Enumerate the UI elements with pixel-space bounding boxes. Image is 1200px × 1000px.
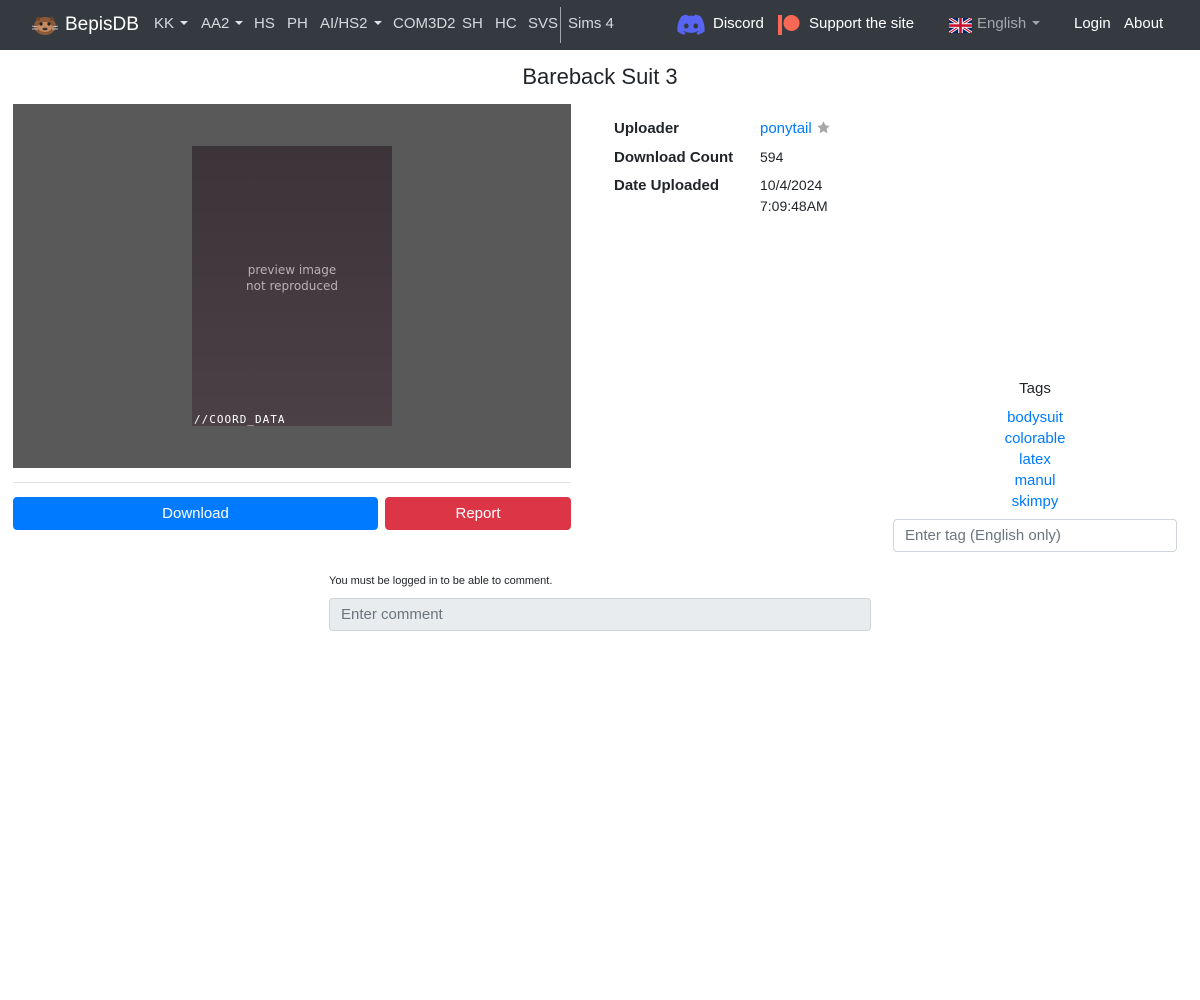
date-uploaded-date: 10/4/2024	[760, 177, 823, 193]
uploader-link[interactable]: ponytail	[760, 120, 812, 137]
page-title: Bareback Suit 3	[522, 64, 678, 89]
nav-item-kk[interactable]: KK	[154, 15, 189, 32]
preview-image[interactable]: preview image not reproduced //COORD_DATA	[192, 146, 392, 426]
tags-list: bodysuit colorable latex manul skimpy	[893, 407, 1177, 512]
tag-link[interactable]: skimpy	[893, 491, 1177, 512]
patreon-icon[interactable]	[778, 14, 800, 36]
nav-item-hc[interactable]: HC	[495, 15, 517, 32]
login-link[interactable]: Login	[1074, 15, 1111, 32]
nav-item-label: AI/HS2	[320, 15, 368, 32]
date-uploaded-time: 7:09:48AM	[760, 198, 828, 214]
nav-divider	[560, 7, 561, 43]
caret-down-icon	[235, 21, 244, 25]
comment-input[interactable]	[329, 598, 871, 631]
star-icon[interactable]	[816, 120, 831, 135]
nav-item-hs[interactable]: HS	[254, 15, 275, 32]
discord-icon[interactable]	[677, 14, 705, 36]
tag-input[interactable]	[893, 519, 1177, 552]
caret-down-icon	[373, 21, 382, 25]
nav-item-sh[interactable]: SH	[462, 15, 483, 32]
report-button[interactable]: Report	[385, 497, 571, 530]
discord-link[interactable]: Discord	[713, 15, 764, 32]
download-button[interactable]: Download	[13, 497, 378, 530]
nav-item-svs[interactable]: SVS	[528, 15, 558, 32]
language-dropdown[interactable]: English	[977, 15, 1041, 32]
tag-link[interactable]: manul	[893, 470, 1177, 491]
preview-container: preview image not reproduced //COORD_DATA	[13, 104, 571, 468]
brand-link[interactable]: BepisDB	[30, 12, 139, 38]
date-uploaded-label: Date Uploaded	[614, 177, 720, 194]
nav-item-label: KK	[154, 15, 175, 32]
uploader-value: ponytail	[760, 118, 812, 139]
brand-name: BepisDB	[65, 14, 139, 35]
language-label: English	[977, 15, 1027, 32]
nav-item-ph[interactable]: PH	[287, 15, 308, 32]
about-link[interactable]: About	[1124, 15, 1163, 32]
nav-item-aa2[interactable]: AA2	[201, 15, 244, 32]
download-count-label: Download Count	[614, 149, 734, 166]
nav-item-ai-hs2[interactable]: AI/HS2	[320, 15, 382, 32]
download-count-value: 594	[760, 149, 784, 165]
divider	[13, 482, 571, 483]
bepis-logo-icon	[30, 14, 60, 36]
tag-link[interactable]: colorable	[893, 428, 1177, 449]
support-link[interactable]: Support the site	[809, 15, 914, 32]
tag-link[interactable]: latex	[893, 449, 1177, 470]
tag-link[interactable]: bodysuit	[893, 407, 1177, 428]
nav-item-sims4[interactable]: Sims 4	[568, 15, 614, 32]
nav-item-com3d2[interactable]: COM3D2	[393, 15, 456, 32]
tags-title: Tags	[1019, 380, 1051, 397]
comment-login-note: You must be logged in to be able to comm…	[329, 575, 553, 587]
uploader-label: Uploader	[614, 120, 680, 137]
nav-item-label: AA2	[201, 15, 230, 32]
caret-down-icon	[180, 21, 189, 25]
uk-flag-icon	[948, 16, 973, 35]
navbar: BepisDB KK AA2 HS PH AI/HS2 COM3D2 SH HC…	[0, 0, 1200, 50]
caret-down-icon	[1032, 21, 1041, 25]
preview-caption: //COORD_DATA	[194, 413, 286, 426]
preview-placeholder: preview image not reproduced	[246, 263, 338, 293]
